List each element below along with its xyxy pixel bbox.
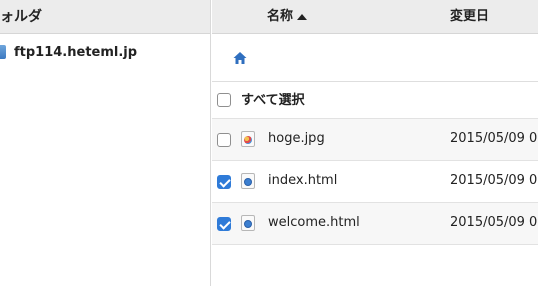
home-icon[interactable] [232, 50, 248, 66]
select-all-checkbox[interactable] [217, 93, 231, 107]
column-header-name[interactable]: 名称 [267, 0, 308, 34]
column-name-label: 名称 [267, 9, 294, 24]
file-name[interactable]: welcome.html [268, 215, 360, 230]
file-name[interactable]: hoge.jpg [268, 131, 325, 146]
file-row[interactable]: index.html 2015/05/09 02 [212, 161, 538, 203]
tree-item-label: ftp114.heteml.jp [14, 44, 138, 60]
folder-sidebar: ォルダ ftp114.heteml.jp [0, 0, 211, 286]
server-icon [0, 45, 6, 59]
file-row[interactable]: hoge.jpg 2015/05/09 00 [212, 119, 538, 161]
file-list-panel: 名称 変更日 すべて選択 hoge.jpg 2015/05/09 00 inde… [212, 0, 538, 286]
column-header: 名称 変更日 [212, 0, 538, 34]
file-date: 2015/05/09 00 [450, 131, 538, 146]
tree-item-server[interactable]: ftp114.heteml.jp [0, 42, 137, 62]
html-file-icon [241, 173, 255, 189]
select-all-label: すべて選択 [241, 93, 305, 108]
column-header-date[interactable]: 変更日 [450, 0, 489, 34]
file-checkbox[interactable] [217, 175, 231, 189]
file-checkbox[interactable] [217, 133, 231, 147]
file-checkbox[interactable] [217, 217, 231, 231]
toolbar-row [212, 34, 538, 82]
file-row[interactable]: welcome.html 2015/05/09 00 [212, 203, 538, 245]
file-name[interactable]: index.html [268, 173, 337, 188]
file-date: 2015/05/09 02 [450, 173, 538, 188]
sidebar-header: ォルダ [0, 0, 210, 34]
image-file-icon [241, 131, 255, 147]
select-all-row: すべて選択 [212, 82, 538, 119]
html-file-icon [241, 215, 255, 231]
file-date: 2015/05/09 00 [450, 215, 538, 230]
caret-up-icon [297, 13, 308, 20]
